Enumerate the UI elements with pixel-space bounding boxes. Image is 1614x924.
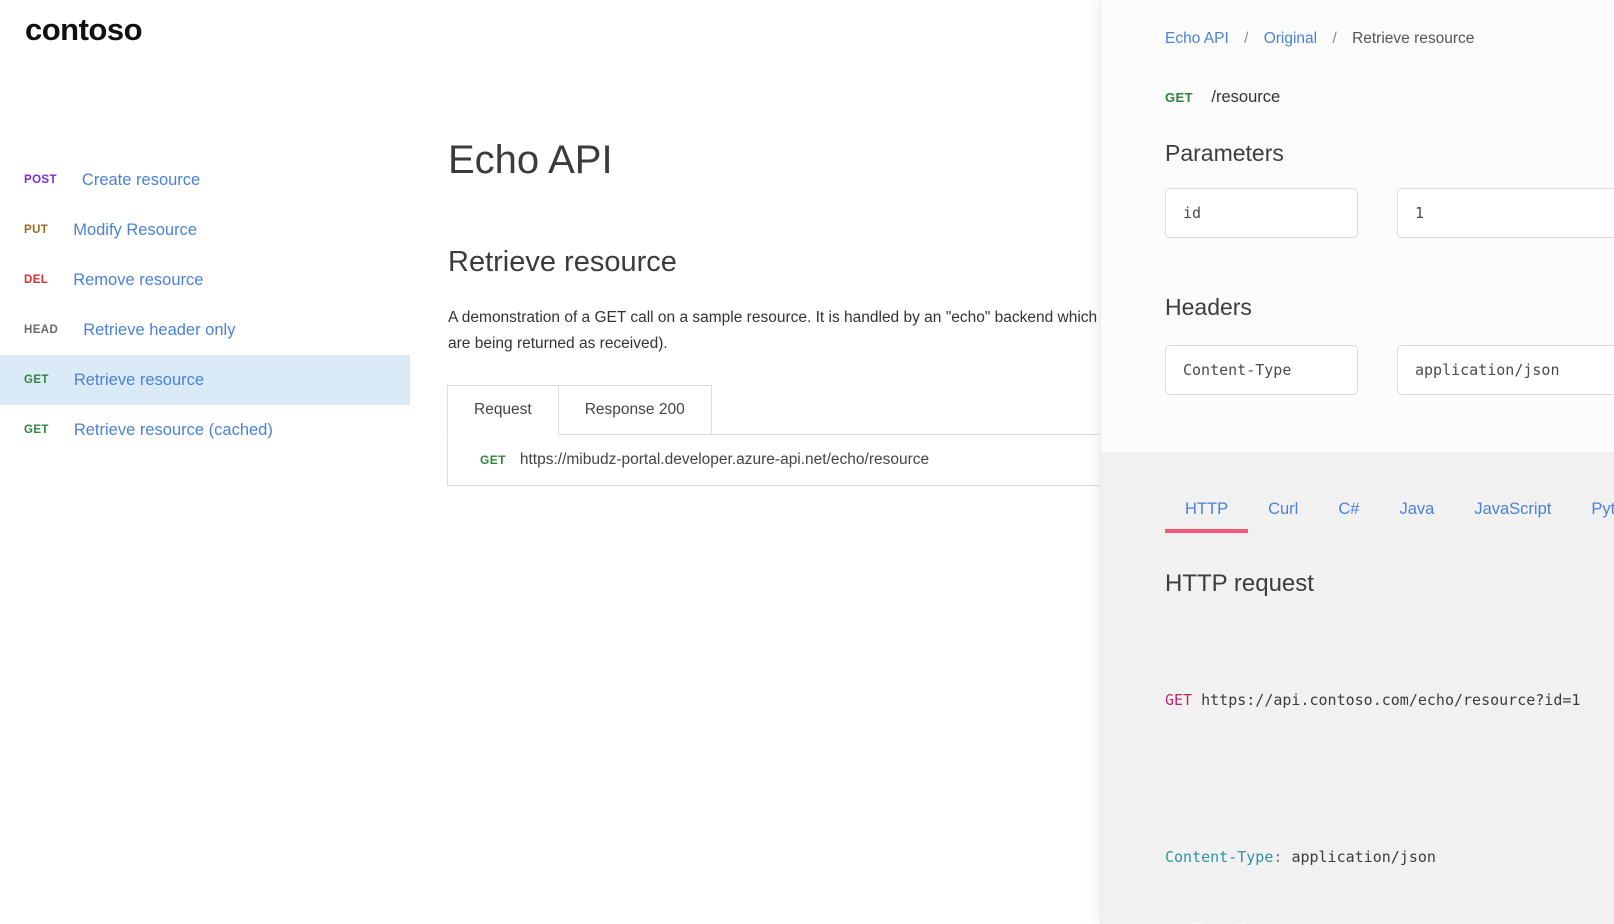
lang-tab-curl[interactable]: Curl (1248, 497, 1318, 521)
operation-path: /resource (1211, 88, 1280, 106)
code-sample-section: HTTP Curl C# Java JavaScript Python HTTP… (1101, 452, 1614, 924)
sidebar-item-retrieve-resource[interactable]: GET Retrieve resource (0, 355, 410, 405)
lang-tab-java[interactable]: Java (1379, 497, 1454, 521)
header-name-input[interactable] (1165, 345, 1358, 395)
sidebar-item-label: Retrieve resource (cached) (74, 421, 273, 440)
code-blank-line (1165, 763, 1580, 795)
sidebar-item-label: Remove resource (73, 271, 203, 290)
sidebar-item-label: Modify Resource (73, 221, 197, 240)
parameter-value-input[interactable] (1397, 188, 1614, 238)
method-badge-post: POST (24, 174, 57, 186)
sidebar-item-label: Retrieve header only (83, 321, 235, 340)
api-title: Echo API (448, 138, 613, 183)
operation-signature: GET /resource (1165, 88, 1280, 107)
sidebar-item-create-resource[interactable]: POST Create resource (0, 155, 410, 205)
method-badge-delete: DEL (24, 274, 48, 286)
operation-console-panel: Echo API / Original / Retrieve resource … (1100, 0, 1614, 924)
breadcrumb-current: Retrieve resource (1352, 30, 1474, 47)
lang-tab-javascript[interactable]: JavaScript (1454, 497, 1571, 521)
sidebar-item-modify-resource[interactable]: PUT Modify Resource (0, 205, 410, 255)
code-header-line: Content-Type: application/json (1165, 845, 1580, 870)
code-request-line: GET https://api.contoso.com/echo/resourc… (1165, 688, 1580, 713)
lang-tab-csharp[interactable]: C# (1318, 497, 1379, 521)
language-tabs: HTTP Curl C# Java JavaScript Python (1165, 497, 1614, 521)
header-value-input[interactable] (1397, 345, 1614, 395)
parameter-name-input[interactable] (1165, 188, 1358, 238)
lang-tab-python[interactable]: Python (1571, 497, 1614, 521)
sidebar-item-retrieve-header-only[interactable]: HEAD Retrieve header only (0, 305, 410, 355)
method-badge-get: GET (24, 424, 49, 436)
sidebar-item-label: Retrieve resource (74, 371, 204, 390)
breadcrumb: Echo API / Original / Retrieve resource (1165, 30, 1474, 48)
method-badge-get: GET (1165, 90, 1193, 105)
sidebar-item-label: Create resource (82, 171, 200, 190)
request-method-badge: GET (480, 453, 506, 467)
operations-sidebar: POST Create resource PUT Modify Resource… (0, 155, 410, 455)
request-url: https://mibudz-portal.developer.azure-ap… (520, 451, 929, 469)
breadcrumb-separator: / (1244, 30, 1248, 47)
breadcrumb-api-link[interactable]: Echo API (1165, 30, 1229, 47)
parameters-title: Parameters (1165, 140, 1284, 167)
method-badge-get: GET (24, 374, 49, 386)
code-sample: GET https://api.contoso.com/echo/resourc… (1165, 638, 1580, 924)
sidebar-item-remove-resource[interactable]: DEL Remove resource (0, 255, 410, 305)
sidebar-item-retrieve-resource-cached[interactable]: GET Retrieve resource (cached) (0, 405, 410, 455)
breadcrumb-revision-link[interactable]: Original (1264, 30, 1317, 47)
method-badge-head: HEAD (24, 324, 58, 336)
tab-request[interactable]: Request (447, 385, 559, 435)
breadcrumb-separator: / (1332, 30, 1336, 47)
parameter-row (1165, 188, 1614, 238)
lang-tab-http[interactable]: HTTP (1165, 497, 1248, 521)
operation-title: Retrieve resource (448, 246, 677, 279)
header-row (1165, 345, 1614, 395)
method-badge-put: PUT (24, 224, 48, 236)
code-header-line: Ocp-Apim-Trace: true (1165, 920, 1580, 924)
brand-logo[interactable]: contoso (25, 12, 142, 48)
tab-response-200[interactable]: Response 200 (559, 385, 712, 435)
code-sample-title: HTTP request (1165, 570, 1314, 598)
headers-title: Headers (1165, 294, 1252, 321)
